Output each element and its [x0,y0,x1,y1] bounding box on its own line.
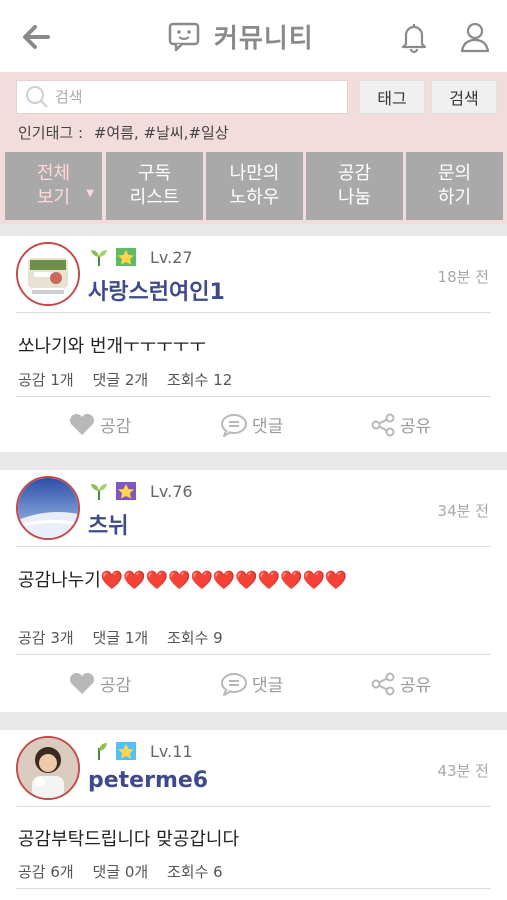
post-content[interactable]: 공감부탁드립니다 맞공갑니다 [18,825,239,851]
chat-icon [168,22,200,52]
view-count: 조회수 12 [167,371,233,389]
tab-knowhow[interactable]: 나만의 노하우 [206,152,303,220]
like-count: 공감 3개 [18,629,74,647]
post-stats: 공감 1개 댓글 2개 조회수 12 [18,369,246,390]
divider [16,312,491,313]
tab-all-label: 전체 보기 [36,163,71,208]
popular-tags: 인기태그 : #여름, #날씨,#일상 [18,122,229,143]
badges: Lv.76 [88,480,193,502]
sprout-icon [91,250,107,266]
caret-down-icon: ▼ [86,188,94,199]
tab-sharing-label: 공감 나눔 [337,163,372,208]
tab-subscriptions[interactable]: 구독 리스트 [106,152,203,220]
tab-sharing[interactable]: 공감 나눔 [306,152,403,220]
popular-tags-list[interactable]: #여름, #날씨,#일상 [94,124,229,142]
avatar[interactable] [16,242,80,306]
section-divider [0,712,507,730]
user-icon[interactable] [458,20,492,54]
share-label: 공유 [400,417,432,437]
like-count: 공감 6개 [18,863,74,881]
view-count: 조회수 9 [167,629,223,647]
bell-icon[interactable] [398,20,430,54]
tab-subscriptions-label: 구독 리스트 [129,163,180,208]
user-level: Lv.27 [150,247,193,267]
page-title-group: 커뮤니티 [168,16,314,56]
category-tabs: 전체 보기 ▼ 구독 리스트 나만의 노하우 공감 나눔 문의 하기 [0,150,507,224]
comment-button[interactable]: 댓글 [220,412,283,437]
tab-knowhow-label: 나만의 노하우 [229,163,280,208]
like-label: 공감 [100,417,132,437]
sprout-icon [98,743,107,760]
like-button[interactable]: 공감 [68,412,131,437]
post-content[interactable]: 공감나누기❤️❤️❤️❤️❤️❤️❤️❤️❤️❤️❤️ [18,566,347,592]
divider [16,888,491,889]
view-count: 조회수 6 [167,863,223,881]
divider [16,654,491,655]
divider [16,396,491,397]
back-arrow-icon[interactable] [18,20,54,54]
badges: Lv.27 [88,246,193,268]
post-card[interactable]: Lv.27 사랑스런여인1 18분 전 쏘나기와 번개ㅜㅜㅜㅜㅜ 공감 1개 댓… [0,236,507,452]
post-time: 43분 전 [437,762,489,780]
post-card[interactable]: Lv.76 츠뉘 34분 전 공감나누기❤️❤️❤️❤️❤️❤️❤️❤️❤️❤️… [0,470,507,712]
share-button[interactable]: 공유 [370,671,431,696]
tab-all[interactable]: 전체 보기 ▼ [5,152,102,220]
comment-icon [221,672,247,696]
tab-inquiry-label: 문의 하기 [437,163,472,208]
post-content[interactable]: 쏘나기와 번개ㅜㅜㅜㅜㅜ [18,332,206,358]
heart-icon [69,672,95,694]
page-title: 커뮤니티 [214,23,314,54]
author-name[interactable]: peterme6 [88,768,208,793]
section-divider [0,224,507,236]
post-card[interactable]: Lv.11 peterme6 43분 전 공감부탁드립니다 맞공갑니다 공감 6… [0,730,507,900]
sprout-icon [91,484,107,500]
crown-icon [116,482,136,500]
search-box [16,80,348,114]
search-area: 태그 검색 인기태그 : #여름, #날씨,#일상 [0,72,507,150]
tab-inquiry[interactable]: 문의 하기 [406,152,503,220]
section-divider [0,452,507,470]
comment-icon [221,413,247,437]
avatar[interactable] [16,736,80,800]
post-time: 34분 전 [437,502,489,520]
share-button[interactable]: 공유 [370,412,431,437]
like-count: 공감 1개 [18,371,74,389]
app-header: 커뮤니티 [0,0,507,72]
crown-icon [116,742,136,760]
avatar[interactable] [16,476,80,540]
post-time: 18분 전 [437,268,489,286]
like-label: 공감 [100,676,132,696]
comment-button[interactable]: 댓글 [220,671,283,696]
share-icon [371,672,395,695]
comment-count: 댓글 0개 [92,863,149,881]
share-label: 공유 [400,676,432,696]
heart-icon [69,413,95,435]
search-icon [26,86,48,108]
divider [16,806,491,807]
user-level: Lv.11 [150,741,193,761]
crown-icon [116,248,136,266]
divider [16,546,491,547]
comment-label: 댓글 [252,676,284,696]
tag-button[interactable]: 태그 [359,80,425,114]
post-stats: 공감 6개 댓글 0개 조회수 6 [18,861,237,882]
user-level: Lv.76 [150,481,193,501]
badges: Lv.11 [88,740,193,762]
comment-count: 댓글 2개 [92,371,149,389]
comment-label: 댓글 [252,417,284,437]
post-stats: 공감 3개 댓글 1개 조회수 9 [18,627,237,648]
popular-tags-label: 인기태그 : [18,124,84,142]
search-input[interactable] [55,88,315,106]
comment-count: 댓글 1개 [92,629,149,647]
author-name[interactable]: 사랑스런여인1 [88,274,225,306]
like-button[interactable]: 공감 [68,671,131,696]
search-button[interactable]: 검색 [431,80,497,114]
author-name[interactable]: 츠뉘 [88,508,128,540]
share-icon [371,413,395,436]
